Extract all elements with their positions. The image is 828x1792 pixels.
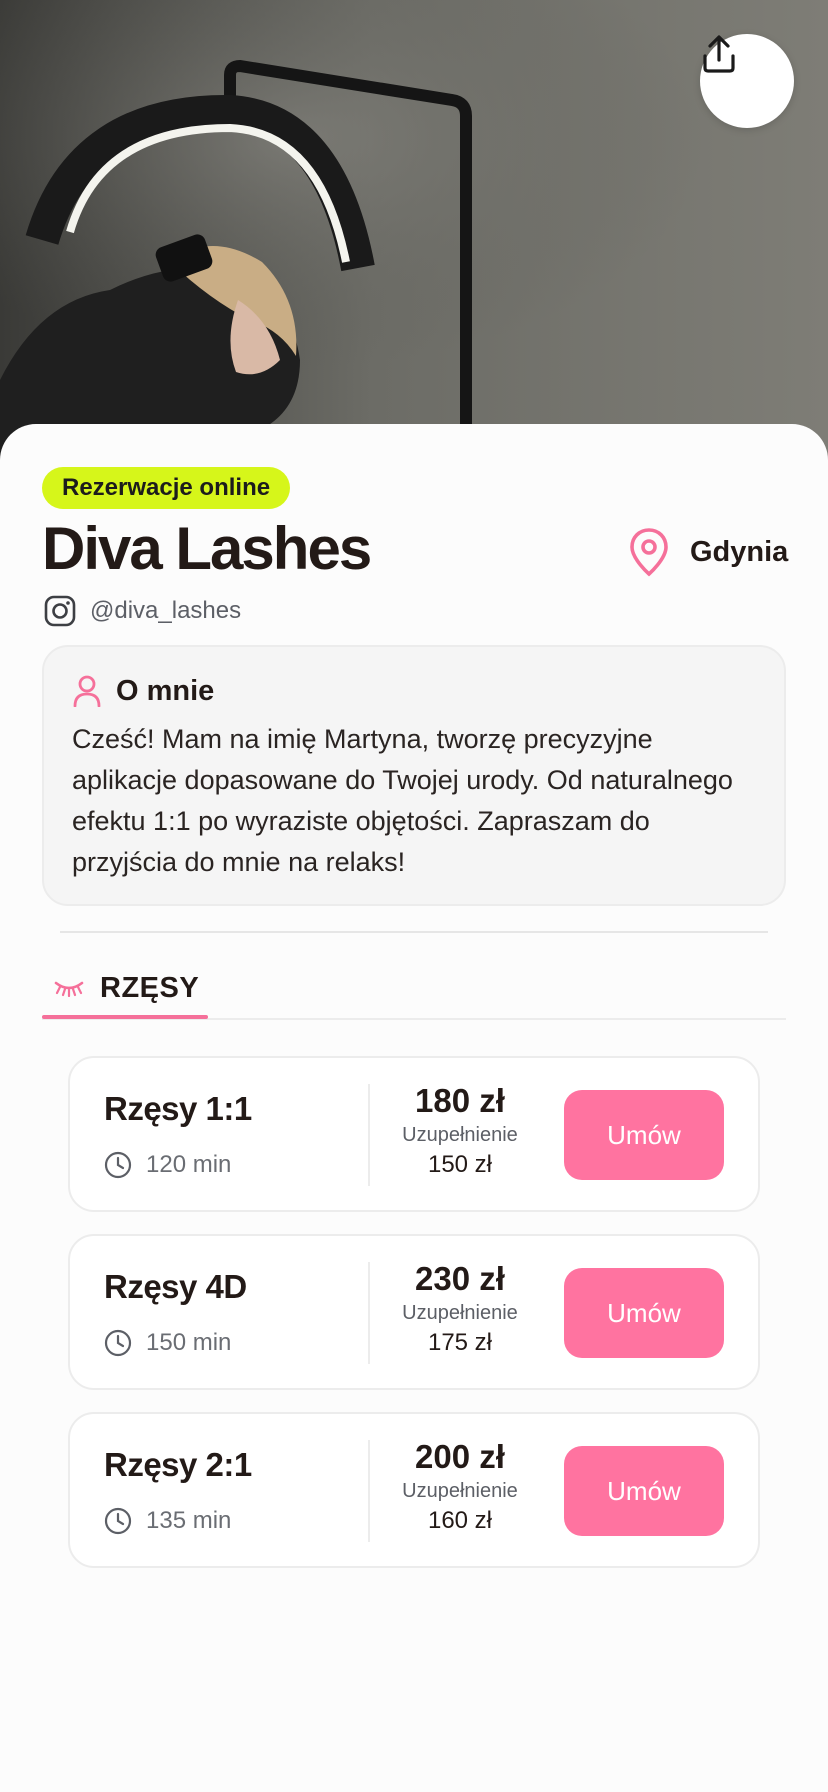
user-icon bbox=[73, 675, 101, 707]
share-button[interactable] bbox=[700, 34, 794, 128]
service-card: Rzęsy 2:1 135 min 200 zł Uzupełnienie 16… bbox=[68, 1412, 760, 1568]
lashes-icon bbox=[54, 981, 84, 997]
service-duration: 150 min bbox=[146, 1329, 232, 1356]
online-booking-badge: Rezerwacje online bbox=[42, 467, 291, 509]
about-card: O mnie Cześć! Mam na imię Martyna, tworz… bbox=[42, 645, 786, 906]
instagram-icon bbox=[44, 595, 76, 627]
refill-price: 150 zł bbox=[427, 1151, 493, 1178]
card-separator bbox=[368, 1440, 370, 1542]
tab-lashes[interactable]: RZĘSY bbox=[42, 958, 208, 1018]
section-divider bbox=[60, 931, 768, 933]
service-duration: 135 min bbox=[146, 1507, 232, 1534]
service-card: Rzęsy 1:1 120 min 180 zł Uzupełnienie 15… bbox=[68, 1056, 760, 1212]
business-name: Diva Lashes bbox=[42, 515, 372, 582]
book-button[interactable]: Umów bbox=[564, 1268, 724, 1358]
clock-icon bbox=[104, 1151, 132, 1179]
service-price: 230 zł bbox=[415, 1260, 505, 1297]
refill-price: 160 zł bbox=[427, 1507, 493, 1534]
service-card: Rzęsy 4D 150 min 230 zł Uzupełnienie 175… bbox=[68, 1234, 760, 1390]
about-title: O mnie bbox=[116, 674, 215, 707]
city-label: Gdynia bbox=[690, 535, 789, 568]
book-button[interactable]: Umów bbox=[564, 1090, 724, 1180]
refill-label: Uzupełnienie bbox=[402, 1302, 518, 1324]
refill-label: Uzupełnienie bbox=[402, 1124, 518, 1146]
service-name: Rzęsy 1:1 bbox=[104, 1090, 252, 1127]
refill-price: 175 zł bbox=[427, 1329, 493, 1356]
map-pin-icon bbox=[630, 528, 668, 577]
refill-label: Uzupełnienie bbox=[402, 1480, 518, 1502]
active-tab-indicator bbox=[42, 1015, 208, 1019]
book-button[interactable]: Umów bbox=[564, 1446, 724, 1536]
share-icon bbox=[703, 35, 735, 73]
card-separator bbox=[368, 1262, 370, 1364]
clock-icon bbox=[104, 1507, 132, 1535]
about-text: Cześć! Mam na imię Martyna, tworzę precy… bbox=[72, 724, 733, 877]
instagram-link[interactable]: @diva_lashes bbox=[44, 594, 241, 628]
card-separator bbox=[368, 1084, 370, 1186]
tab-lashes-label: RZĘSY bbox=[100, 971, 200, 1004]
clock-icon bbox=[104, 1329, 132, 1357]
service-duration: 120 min bbox=[146, 1151, 232, 1178]
service-name: Rzęsy 2:1 bbox=[104, 1446, 252, 1483]
hero-photo bbox=[0, 0, 828, 460]
service-name: Rzęsy 4D bbox=[104, 1268, 247, 1305]
service-price: 200 zł bbox=[415, 1438, 505, 1475]
location[interactable]: Gdynia bbox=[628, 526, 788, 578]
service-price: 180 zł bbox=[415, 1082, 505, 1119]
instagram-handle: @diva_lashes bbox=[90, 597, 242, 624]
